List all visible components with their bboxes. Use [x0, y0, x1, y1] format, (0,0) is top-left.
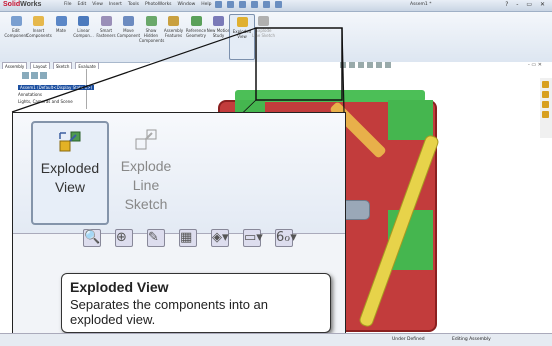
exploded-view-label-2: View	[54, 179, 86, 195]
zoomed-zoom-area-icon[interactable]: ⊕	[115, 229, 133, 247]
exploded-view-button[interactable]: Exploded View	[31, 121, 109, 225]
zoomed-section-icon[interactable]: ▦	[179, 229, 197, 247]
zoomed-view-toolbar: 🔍 ⊕ ✎ ▦ ◈▾ ▭▾ 6ℴ▾	[83, 229, 297, 247]
exploded-view-label-1: Exploded	[40, 160, 100, 176]
zoomed-orientation-icon[interactable]: ◈▾	[211, 229, 229, 247]
zoomed-zoom-fit-icon[interactable]: 🔍	[83, 229, 101, 247]
zoomed-display-icon[interactable]: ▭▾	[243, 229, 263, 247]
status-under-defined: Under Defined	[392, 337, 425, 342]
status-editing-assembly: Editing Assembly	[452, 337, 491, 342]
explode-line-label-3: Sketch	[124, 196, 168, 212]
zoomed-cut-label: h	[13, 161, 14, 177]
explode-line-label-2: Line	[132, 177, 160, 193]
zoomed-detail-panel: h Exploded View Explode Line Sketch 🔍 ⊕ …	[12, 112, 346, 338]
status-bar: Under Defined Editing Assembly	[0, 333, 552, 346]
tooltip-title: Exploded View	[70, 279, 169, 295]
exploded-view-tooltip: Exploded View Separates the components i…	[61, 273, 331, 333]
explode-line-sketch-button[interactable]: Explode Line Sketch	[109, 121, 183, 221]
tooltip-description: Separates the components into an explode…	[70, 297, 269, 327]
zoomed-edit-icon[interactable]: ✎	[147, 229, 165, 247]
explode-line-sketch-icon	[135, 129, 157, 150]
exploded-view-icon	[59, 131, 81, 152]
explode-line-label-1: Explode	[120, 158, 172, 174]
zoomed-hide-show-icon[interactable]: 6ℴ▾	[275, 229, 297, 247]
